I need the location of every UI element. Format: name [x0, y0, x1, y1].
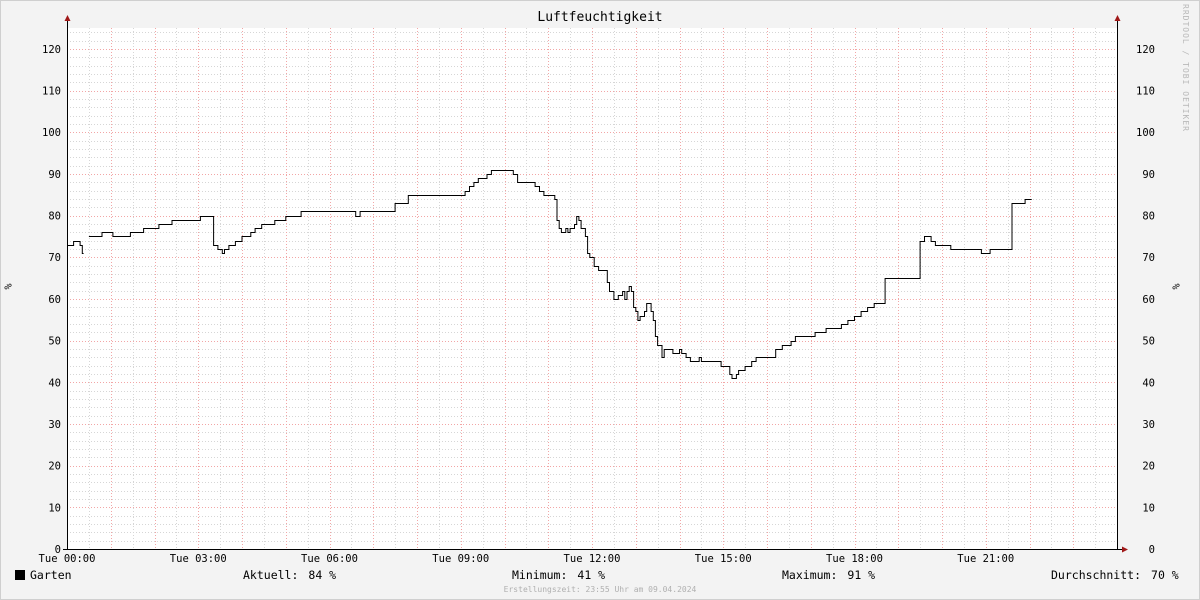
y-tick-label: 120: [42, 44, 61, 56]
x-tick-label: Tue 03:00: [170, 553, 227, 565]
maximum-label: Maximum:: [782, 568, 838, 582]
x-tick-label: Tue 18:00: [826, 553, 883, 565]
y-tick-label: 100: [1136, 127, 1155, 139]
y-tick-label: 20: [48, 461, 61, 473]
y-tick-label: 0: [1149, 544, 1155, 556]
y-tick-label: 30: [48, 419, 61, 431]
y-tick-label: 80: [1142, 211, 1155, 223]
y-tick-label: 40: [1142, 377, 1155, 389]
y-axis-arrow-left: [64, 15, 71, 21]
average-label: Durchschnitt:: [1051, 568, 1142, 582]
x-tick-label: Tue 12:00: [564, 553, 621, 565]
y-tick-label: 10: [1142, 502, 1155, 514]
chart-area: 0 10 20 30 40 50 60 70 80 90 100 110 120 0 10 20 30 40 50…: [39, 15, 1155, 565]
maximum-value: 91 %: [847, 568, 876, 582]
y-tick-label: 30: [1142, 419, 1155, 431]
footer-timestamp: Erstellungszeit: 23:55 Uhr am 09.04.2024: [503, 585, 697, 594]
y-tick-label: 80: [48, 211, 61, 223]
y-tick-label: 60: [1142, 294, 1155, 306]
x-tick-label: Tue 00:00: [39, 553, 96, 565]
x-tick-label: Tue 21:00: [957, 553, 1014, 565]
y-tick-label: 90: [1142, 169, 1155, 181]
legend-series-label: Garten: [30, 568, 72, 582]
y-axis-arrow-right: [1114, 15, 1121, 21]
y-tick-label: 70: [1142, 252, 1155, 264]
x-tick-label: Tue 15:00: [695, 553, 752, 565]
y-tick-label: 50: [1142, 336, 1155, 348]
minimum-value: 41 %: [577, 568, 606, 582]
x-tick-label: Tue 06:00: [301, 553, 358, 565]
y-tick-label: 110: [42, 86, 61, 98]
current-label: Aktuell:: [243, 568, 299, 582]
x-tick-label: Tue 09:00: [432, 553, 489, 565]
x-axis-arrow: [1122, 546, 1128, 553]
y-tick-label: 90: [48, 169, 61, 181]
y-tick-labels-left: 0102030405060708090100110120: [42, 44, 61, 556]
legend-minimum: Minimum: 41 %: [512, 568, 605, 582]
y-tick-label: 120: [1136, 44, 1155, 56]
x-tick-labels: Tue 00:00 Tue 03:00 Tue 06:00 Tue 09:00 Tue …: [39, 553, 1015, 565]
y-tick-label: 40: [48, 377, 61, 389]
legend-average: Durchschnitt: 70 %: [1051, 568, 1179, 582]
current-value: 84 %: [308, 568, 337, 582]
y-tick-label: 100: [42, 127, 61, 139]
legend-current: Aktuell: 84 %: [243, 568, 336, 582]
y-tick-label: 110: [1136, 86, 1155, 98]
y-tick-label: 20: [1142, 461, 1155, 473]
y-tick-label: 60: [48, 294, 61, 306]
y-tick-label: 70: [48, 252, 61, 264]
y-tick-label: 50: [48, 336, 61, 348]
legend-swatch: [15, 570, 25, 580]
legend-series: Garten: [15, 568, 72, 582]
minimum-label: Minimum:: [512, 568, 568, 582]
average-value: 70 %: [1151, 568, 1179, 582]
y-tick-label: 10: [48, 502, 61, 514]
legend-maximum: Maximum: 91 %: [782, 568, 875, 582]
y-tick-labels-right: 0 10 20 30 40 50 60 70 80 90 100 110 120: [1136, 44, 1155, 556]
